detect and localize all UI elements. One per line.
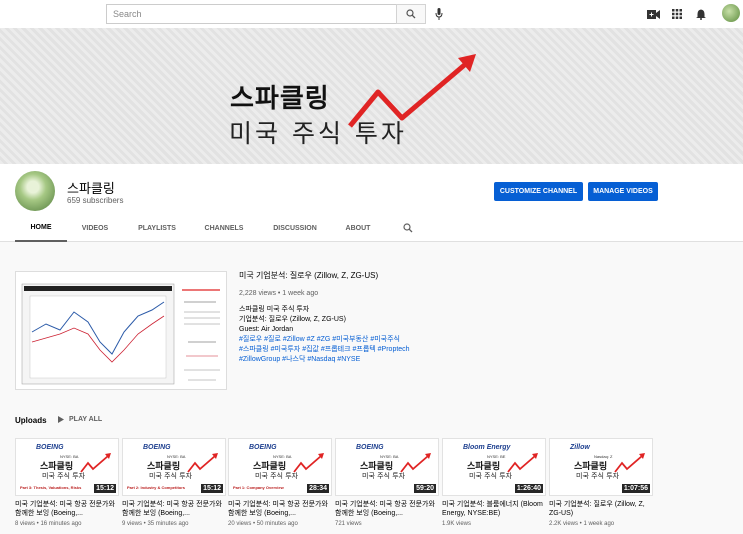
thumbnail-logo-text: BOEING: [249, 444, 277, 451]
featured-chart-graphic: [21, 276, 224, 387]
video-meta: 2.2K views • 1 week ago: [549, 521, 615, 527]
tab-home[interactable]: HOME: [15, 214, 67, 242]
video-title[interactable]: 미국 기업분석: 미국 항공 전문가와 함께한 보잉 (Boeing,...: [15, 500, 119, 518]
tab-playlists[interactable]: PLAYLISTS: [128, 214, 186, 242]
play-all-button[interactable]: PLAY ALL: [58, 416, 102, 423]
apps-button[interactable]: [669, 6, 685, 22]
subscriber-count: 659 subscribers: [67, 196, 124, 205]
account-avatar[interactable]: [722, 4, 740, 22]
video-duration: 1:07:56: [621, 484, 650, 493]
tab-channels[interactable]: CHANNELS: [196, 214, 252, 242]
uploads-section-title[interactable]: Uploads: [15, 416, 47, 425]
video-title[interactable]: 미국 기업분석: 질로우 (Zillow, Z, ZG-US): [549, 500, 653, 518]
thumbnail-part-label: Part 1: Company Overview: [233, 485, 284, 490]
video-duration: 1:26:40: [514, 484, 543, 493]
thumbnail-part-label: Part 3: Thesis, Valuations, Risks: [20, 485, 82, 490]
featured-video-meta: 2,228 views • 1 week ago: [239, 290, 319, 297]
search-icon: [406, 9, 416, 19]
hashtag-line[interactable]: #질로우 #질로 #Zillow #Z #ZG #미국부동산 #미국주식: [239, 335, 639, 345]
thumbnail-logo-text: Zillow: [570, 444, 590, 451]
video-title[interactable]: 미국 기업분석: 블룸에너지 (Bloom Energy, NYSE:BE): [442, 500, 546, 518]
thumbnail-part-label: Part 2: Industry & Competitors: [127, 485, 186, 490]
create-button[interactable]: [645, 6, 661, 22]
thumbnail-logo-text: Bloom Energy: [463, 444, 511, 451]
video-title[interactable]: 미국 기업분석: 미국 항공 전문가와 함께한 보잉 (Boeing,...: [335, 500, 439, 518]
thumbnail-logo-text: BOEING: [356, 444, 384, 451]
tab-about[interactable]: ABOUT: [336, 214, 380, 242]
channel-tabs: HOME VIDEOS PLAYLISTS CHANNELS DISCUSSIO…: [0, 214, 743, 242]
video-duration: 15:12: [201, 484, 223, 493]
featured-video-info: 미국 기업분석: 질로우 (Zillow, Z, ZG-US) 2,228 vi…: [239, 270, 639, 365]
video-card[interactable]: BOEING NYSE: BA 스파클링 미국 주식 투자 59:20 미국 기업분석: …: [335, 438, 439, 527]
top-bar: Search: [0, 0, 743, 28]
video-thumbnail[interactable]: BOEING NYSE: BA 스파클링 미국 주식 투자 Part 1: Compan…: [228, 438, 332, 496]
trend-arrow-icon: [348, 54, 476, 128]
video-meta: 8 views • 16 minutes ago: [15, 521, 82, 527]
description-line: 기업분석: 질로우 (Zillow, Z, ZG-US): [239, 316, 346, 323]
apps-grid-icon: [672, 9, 682, 19]
manage-videos-button[interactable]: MANAGE VIDEOS: [588, 182, 658, 201]
thumbnail-logo-text: BOEING: [36, 444, 64, 451]
featured-video-thumbnail[interactable]: [15, 271, 227, 390]
video-thumbnail[interactable]: BOEING NYSE: BA 스파클링 미국 주식 투자 59:20: [335, 438, 439, 496]
video-meta: 721 views: [335, 521, 362, 527]
video-camera-icon: [646, 9, 660, 19]
search-button[interactable]: [396, 4, 426, 24]
trend-arrow-icon: [293, 453, 324, 473]
video-thumbnail[interactable]: Bloom Energy NYSE: BE 스파클링 미국 주식 투자 1:26:40: [442, 438, 546, 496]
hashtag-line[interactable]: #ZillowGroup #나스닥 #Nasdaq #NYSE: [239, 355, 639, 365]
video-meta: 9 views • 35 minutes ago: [122, 521, 189, 527]
video-meta: 20 views • 50 minutes ago: [228, 521, 298, 527]
video-meta: 1.9K views: [442, 521, 472, 527]
channel-name: 스파클링: [67, 182, 115, 197]
play-icon: [58, 416, 64, 423]
tab-videos[interactable]: VIDEOS: [72, 214, 118, 242]
video-duration: 59:20: [414, 484, 436, 493]
featured-video-title[interactable]: 미국 기업분석: 질로우 (Zillow, Z, ZG-US): [239, 270, 639, 281]
video-title[interactable]: 미국 기업분석: 미국 항공 전문가와 함께한 보잉 (Boeing,...: [122, 500, 226, 518]
channel-header: 스파클링 659 subscribers CUSTOMIZE CHANNEL M…: [0, 164, 743, 242]
video-card[interactable]: Bloom Energy NYSE: BE 스파클링 미국 주식 투자 1:26:40 미…: [442, 438, 546, 527]
bell-icon: [696, 9, 706, 20]
play-all-label: PLAY ALL: [69, 416, 103, 423]
trend-arrow-icon: [614, 453, 645, 473]
trend-arrow-icon: [80, 453, 111, 473]
thumbnail-logo-text: BOEING: [143, 444, 171, 451]
trend-arrow-icon: [187, 453, 218, 473]
video-card[interactable]: BOEING NYSE: BA 스파클링 미국 주식 투자 Part 1: Compan…: [228, 438, 332, 527]
search-input[interactable]: Search: [106, 4, 396, 24]
description-line: Guest: Air Jordan: [239, 326, 294, 333]
mic-icon: [435, 8, 443, 20]
description-line: 스파클링 미국 주식 투자: [239, 306, 310, 313]
trend-arrow-icon: [400, 453, 431, 473]
trend-arrow-icon: [507, 453, 538, 473]
video-thumbnail[interactable]: Zillow Nasdaq: Z 스파클링 미국 주식 투자 1:07:56: [549, 438, 653, 496]
video-duration: 28:34: [307, 484, 329, 493]
video-thumbnail[interactable]: BOEING NYSE: BA 스파클링 미국 주식 투자 Part 3: Thesis…: [15, 438, 119, 496]
channel-banner: 스파클링 미국 주식 투자: [0, 28, 743, 164]
channel-search-button[interactable]: [396, 214, 420, 242]
video-title[interactable]: 미국 기업분석: 미국 항공 전문가와 함께한 보잉 (Boeing,...: [228, 500, 332, 518]
video-card[interactable]: BOEING NYSE: BA 스파클링 미국 주식 투자 Part 2: Indust…: [122, 438, 226, 527]
video-duration: 15:12: [94, 484, 116, 493]
video-thumbnail[interactable]: BOEING NYSE: BA 스파클링 미국 주식 투자 Part 2: Indust…: [122, 438, 226, 496]
notifications-button[interactable]: [693, 6, 709, 22]
customize-channel-button[interactable]: CUSTOMIZE CHANNEL: [494, 182, 583, 201]
video-card[interactable]: Zillow Nasdaq: Z 스파클링 미국 주식 투자 1:07:56 미국 기업분…: [549, 438, 653, 527]
banner-title: 스파클링: [230, 84, 330, 114]
hashtag-line[interactable]: #스파클링 #미국투자 #집값 #프롭테크 #프롭텍 #Proptech: [239, 345, 639, 355]
channel-avatar[interactable]: [15, 171, 55, 211]
mic-button[interactable]: [432, 6, 446, 22]
tab-discussion[interactable]: DISCUSSION: [266, 214, 324, 242]
search-icon: [403, 223, 413, 233]
video-card[interactable]: BOEING NYSE: BA 스파클링 미국 주식 투자 Part 3: Thesis…: [15, 438, 119, 527]
